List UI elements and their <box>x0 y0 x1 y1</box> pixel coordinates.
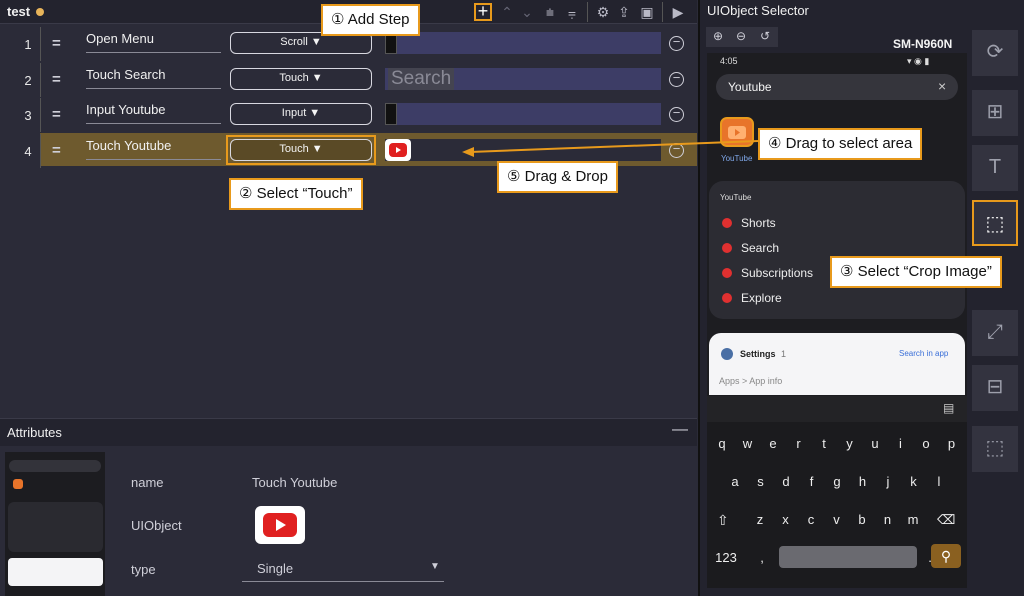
drag-arrow-head <box>462 147 474 157</box>
drag-arrow-line <box>469 140 759 153</box>
drag-arrow-overlay <box>462 140 759 157</box>
callout-drag-select: ④ Drag to select area <box>758 128 923 160</box>
callout-crop-image: ③ Select “Crop Image” <box>830 256 1002 288</box>
